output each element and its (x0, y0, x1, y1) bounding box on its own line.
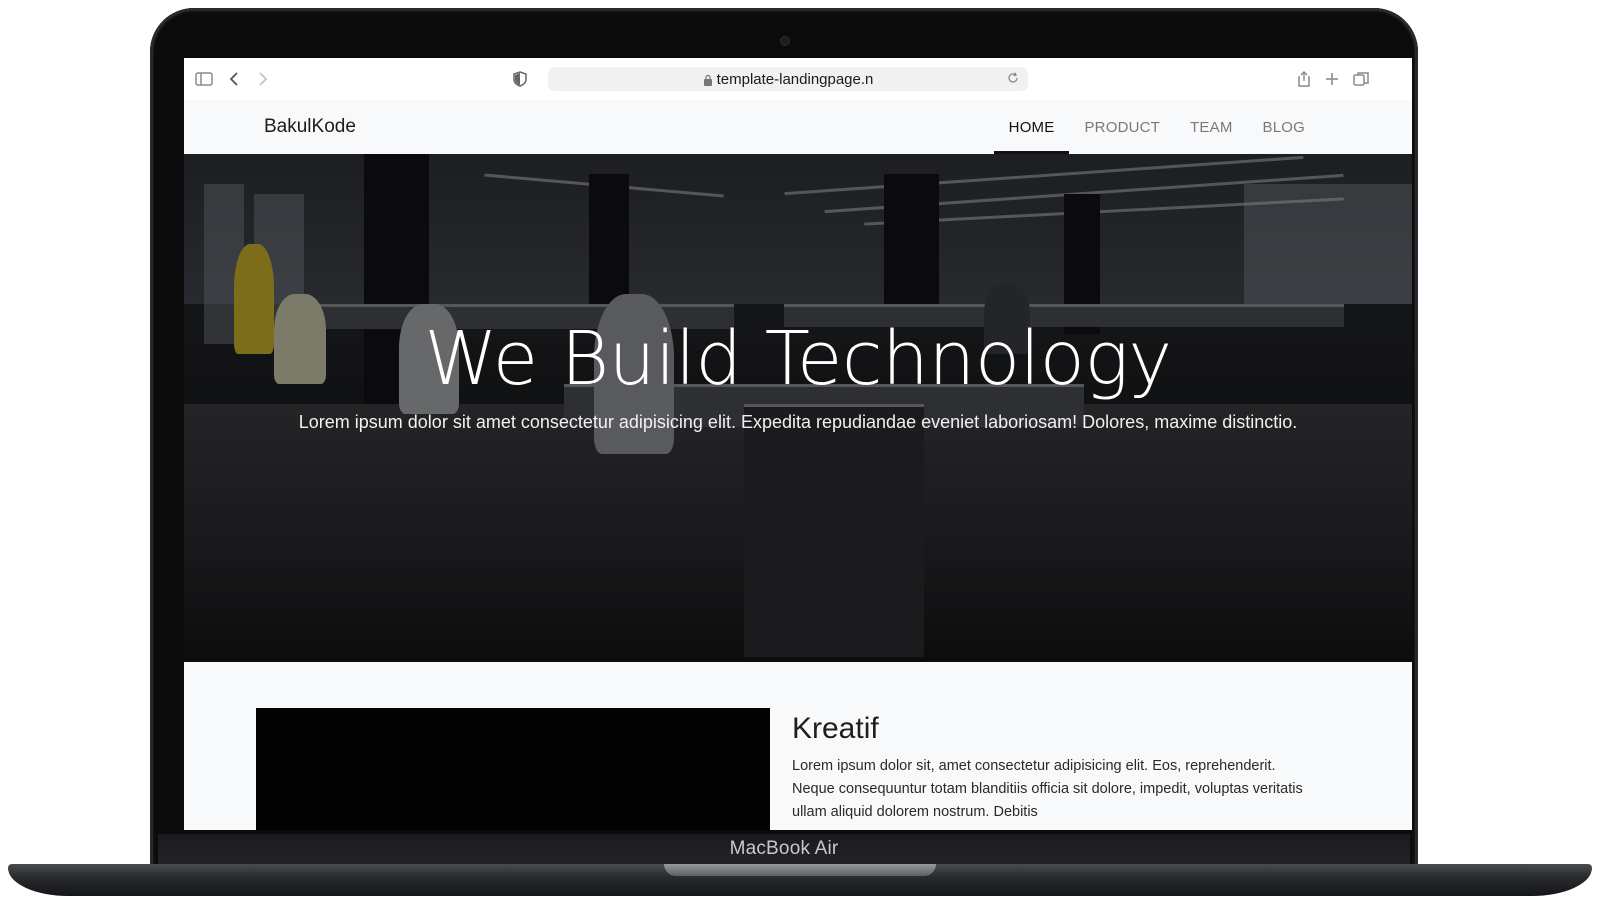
tabs-icon[interactable] (1351, 69, 1371, 89)
lock-icon (703, 73, 713, 86)
nav-home[interactable]: HOME (993, 100, 1070, 154)
forward-icon[interactable] (252, 69, 272, 89)
sidebar-icon[interactable] (194, 69, 214, 89)
hero-banner: We Build Technology Lorem ipsum dolor si… (184, 154, 1412, 662)
laptop-notch (664, 864, 936, 876)
back-icon[interactable] (225, 69, 245, 89)
feature-title: Kreatif (792, 712, 879, 745)
url-text: template-landingpage.n (716, 70, 874, 88)
reload-icon[interactable] (1006, 71, 1020, 85)
nav-blog[interactable]: BLOG (1248, 100, 1320, 154)
hero-subtitle: Lorem ipsum dolor sit amet consectetur a… (298, 412, 1298, 432)
device-label: MacBook Air (729, 838, 839, 859)
address-bar[interactable]: template-landingpage.n (548, 67, 1028, 91)
nav-product[interactable]: PRODUCT (1069, 100, 1175, 154)
laptop-chin: MacBook Air (158, 834, 1410, 864)
browser-toolbar: template-landingpage.n (184, 58, 1412, 101)
nav-links: HOME PRODUCT TEAM BLOG (993, 100, 1320, 154)
hero-title: We Build Technology (424, 316, 1172, 402)
webcam-icon (780, 36, 790, 46)
hero-dark-overlay (184, 154, 1412, 662)
shield-icon[interactable] (510, 69, 530, 89)
share-icon[interactable] (1294, 69, 1314, 89)
browser-window: template-landingpage.n BakulKode HOME PR… (184, 58, 1412, 830)
feature-video[interactable] (256, 708, 770, 830)
nav-team[interactable]: TEAM (1175, 100, 1247, 154)
feature-text: Lorem ipsum dolor sit, amet consectetur … (792, 758, 1303, 820)
site-brand[interactable]: BakulKode (264, 116, 356, 138)
new-tab-icon[interactable] (1322, 69, 1342, 89)
site-navbar: BakulKode HOME PRODUCT TEAM BLOG (184, 100, 1412, 154)
